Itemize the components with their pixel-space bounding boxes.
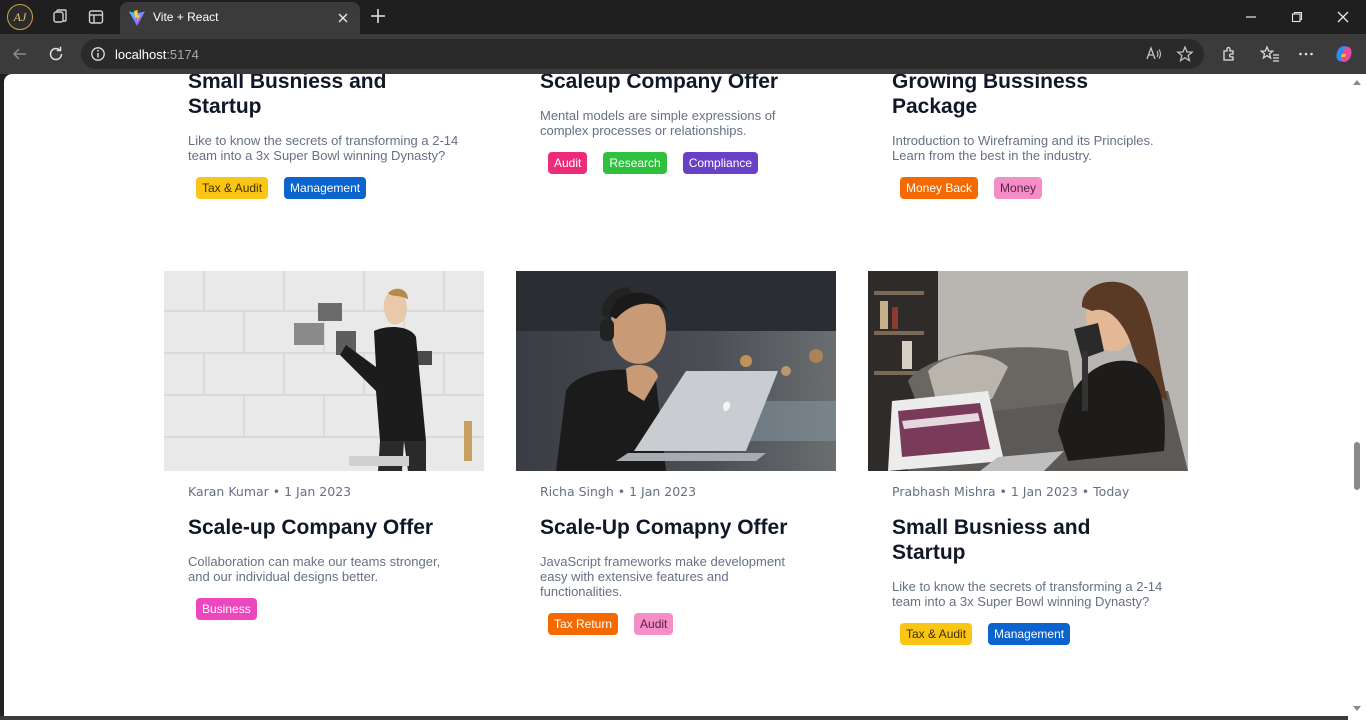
page-viewport: Small Busniess and Startup Like to know … — [4, 74, 1348, 716]
blog-card[interactable]: Scaleup Company Offer Mental models are … — [516, 74, 836, 174]
card-description: JavaScript frameworks make development e… — [540, 554, 785, 599]
copilot-icon[interactable] — [1332, 42, 1356, 66]
url-text: localhost:5174 — [115, 47, 199, 62]
minimize-icon[interactable] — [1228, 2, 1274, 32]
card-image[interactable] — [868, 271, 1188, 471]
tag-list: Tax & Audit Management — [892, 623, 1164, 645]
blog-card[interactable]: Small Busniess and Startup Like to know … — [164, 74, 484, 199]
tag-chip[interactable]: Management — [988, 623, 1071, 645]
tag-chip[interactable]: Money Back — [900, 177, 979, 199]
site-info-icon[interactable] — [90, 46, 106, 67]
url-port: :5174 — [166, 47, 199, 62]
tag-chip[interactable]: Money — [994, 177, 1043, 199]
tag-chip[interactable]: Management — [284, 177, 367, 199]
window-bottom-edge — [0, 716, 1348, 720]
vertical-scrollbar[interactable] — [1348, 74, 1366, 720]
tag-chip[interactable]: Audit — [634, 613, 674, 635]
card-description: Introduction to Wireframing and its Prin… — [892, 133, 1154, 163]
browser-toolbar: localhost:5174 — [0, 34, 1366, 74]
tag-chip[interactable]: Research — [603, 152, 667, 174]
blog-card[interactable]: Growing Bussiness Package Introduction t… — [868, 74, 1188, 199]
tag-chip[interactable]: Business — [196, 598, 257, 620]
card-title[interactable]: Scaleup Company Offer — [540, 74, 812, 94]
tag-chip[interactable]: Compliance — [682, 152, 759, 174]
scroll-up-arrow-icon[interactable] — [1353, 80, 1361, 85]
extensions-icon[interactable] — [1218, 43, 1240, 65]
close-tab-icon[interactable] — [334, 9, 352, 27]
tab-title: Vite + React — [153, 10, 219, 24]
restore-icon[interactable] — [1274, 2, 1320, 32]
vite-logo-icon — [128, 9, 146, 32]
new-tab-icon[interactable] — [366, 4, 390, 28]
profile-initials: AJ — [13, 9, 27, 24]
tag-chip[interactable]: Audit — [548, 152, 588, 174]
tag-list: Tax Return Audit — [540, 613, 812, 635]
card-meta: Richa Singh • 1 Jan 2023 — [540, 484, 697, 499]
card-title[interactable]: Growing Bussiness Package — [892, 74, 1164, 119]
profile-avatar[interactable]: AJ — [7, 4, 33, 30]
workspaces-icon[interactable] — [48, 5, 72, 29]
card-description: Collaboration can make our teams stronge… — [188, 554, 441, 584]
blog-card[interactable]: Karan Kumar • 1 Jan 2023 Scale-up Compan… — [164, 271, 484, 620]
card-meta: Karan Kumar • 1 Jan 2023 — [188, 484, 352, 499]
more-menu-icon[interactable] — [1295, 43, 1317, 65]
back-icon[interactable] — [9, 43, 31, 65]
card-title[interactable]: Scale-up Company Offer — [188, 515, 460, 540]
url-host: localhost — [115, 47, 167, 62]
blog-card[interactable]: Richa Singh • 1 Jan 2023 Scale-Up Comapn… — [516, 271, 836, 635]
tag-list: Tax & Audit Management — [188, 177, 460, 199]
address-bar[interactable]: localhost:5174 — [81, 39, 1204, 69]
active-tab[interactable]: Vite + React — [120, 2, 360, 34]
card-image[interactable] — [516, 271, 836, 471]
card-description: Like to know the secrets of transforming… — [892, 579, 1163, 609]
card-description: Mental models are simple expressions of … — [540, 108, 776, 138]
vertical-tabs-icon[interactable] — [84, 5, 108, 29]
card-title[interactable]: Scale-Up Comapny Offer — [540, 515, 812, 540]
close-window-icon[interactable] — [1320, 2, 1366, 32]
card-meta: Prabhash Mishra • 1 Jan 2023 • Today — [892, 484, 1130, 499]
tag-chip[interactable]: Tax & Audit — [900, 623, 973, 645]
card-description: Like to know the secrets of transforming… — [188, 133, 459, 163]
scroll-down-arrow-icon[interactable] — [1353, 706, 1361, 711]
blog-card[interactable]: Prabhash Mishra • 1 Jan 2023 • Today Sma… — [868, 271, 1188, 645]
refresh-icon[interactable] — [45, 43, 67, 65]
scrollbar-thumb[interactable] — [1354, 442, 1360, 490]
favorites-icon[interactable] — [1259, 43, 1281, 65]
read-aloud-icon[interactable] — [1145, 45, 1163, 68]
card-title[interactable]: Small Busniess and Startup — [188, 74, 460, 119]
tab-strip: AJ Vite + React — [0, 0, 1366, 34]
card-image[interactable] — [164, 271, 484, 471]
card-title[interactable]: Small Busniess and Startup — [892, 515, 1164, 565]
tag-list: Money Back Money — [892, 177, 1164, 199]
tag-chip[interactable]: Tax Return — [548, 613, 619, 635]
tag-list: Business — [188, 598, 460, 620]
favorite-star-icon[interactable] — [1176, 45, 1194, 68]
tag-list: Audit Research Compliance — [540, 152, 812, 174]
tag-chip[interactable]: Tax & Audit — [196, 177, 269, 199]
